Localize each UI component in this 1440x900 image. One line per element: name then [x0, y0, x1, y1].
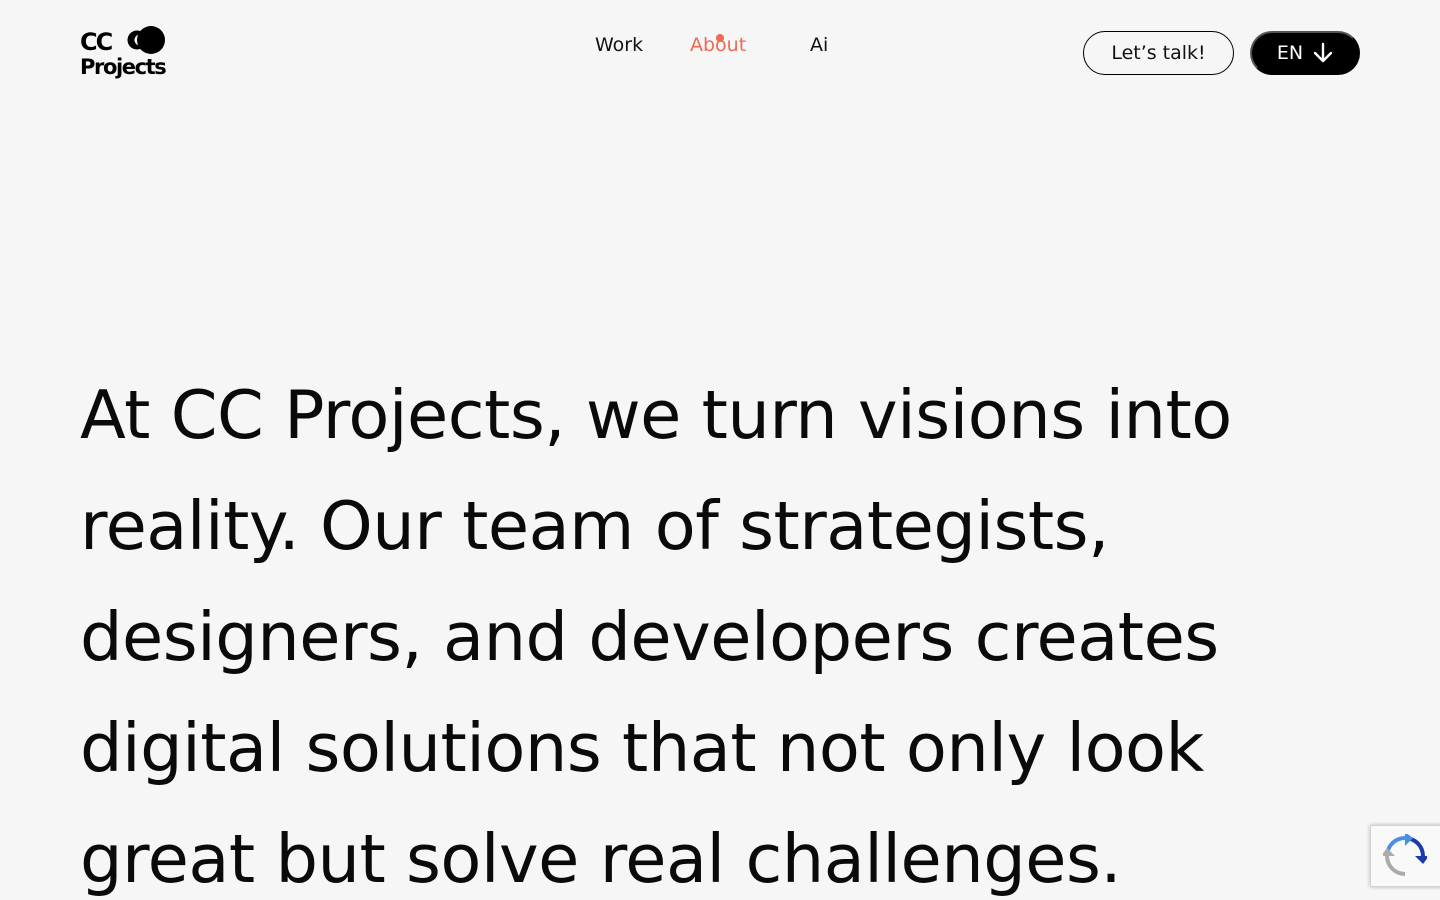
- language-button[interactable]: EN: [1250, 31, 1360, 75]
- nav-item-work[interactable]: Work: [595, 33, 643, 57]
- lets-talk-button[interactable]: Let’s talk!: [1083, 31, 1234, 75]
- nav-item-ai[interactable]: Ai: [810, 33, 828, 57]
- recaptcha-badge[interactable]: [1370, 825, 1440, 887]
- active-nav-indicator: [716, 34, 724, 42]
- hero-statement: At CC Projects, we turn visions into rea…: [80, 360, 1380, 900]
- language-label: EN: [1276, 42, 1304, 64]
- hero-line: reality. Our team of strategists,: [80, 487, 1109, 565]
- hero-line: designers, and developers creates: [80, 598, 1219, 676]
- hero-line: great but solve real challenges.: [80, 820, 1122, 898]
- hero-line: At CC Projects, we turn visions into: [80, 376, 1232, 454]
- page: CC Projects Work About Ai Let’s talk! EN…: [0, 0, 1440, 900]
- arrow-down-icon: [1313, 42, 1333, 63]
- hero-line: digital solutions that not only look: [80, 709, 1204, 787]
- recaptcha-icon: [1383, 834, 1427, 876]
